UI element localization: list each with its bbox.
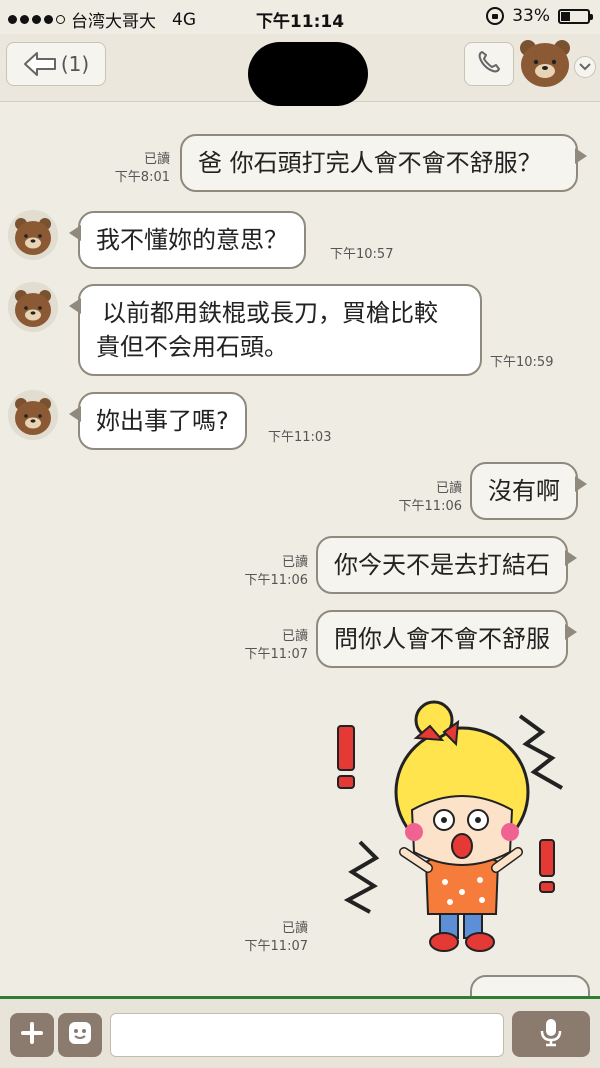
message-time: 下午8:01 [114, 170, 170, 185]
read-receipt: 已讀 [281, 921, 308, 936]
message-text: 爸 你石頭打完人會不會不舒服？ [198, 149, 542, 177]
message-time: 下午11:06 [398, 499, 462, 514]
input-bar [0, 996, 600, 1068]
brown-bear-icon [8, 282, 58, 332]
message-bubble[interactable]: 問你人會不會不舒服 [316, 610, 577, 668]
message-meta: 已讀 下午11:06 [226, 554, 308, 590]
message-meta: 已讀 下午8:01 [100, 151, 170, 187]
phone-icon [476, 49, 502, 79]
back-arrow-icon [23, 51, 57, 77]
read-receipt: 已讀 [143, 152, 170, 167]
microphone-icon [540, 1017, 562, 1051]
status-bar: 台湾大哥大 4G 下午11:14 33% [0, 0, 600, 34]
unread-count: (1) [60, 52, 90, 76]
message-bubble[interactable]: 爸 你石頭打完人會不會不舒服？ [180, 134, 587, 192]
status-right: 33% [486, 6, 593, 26]
read-receipt: 已讀 [281, 629, 308, 644]
chevron-down-icon [574, 56, 596, 78]
mic-button[interactable] [512, 1011, 590, 1057]
message-text: 你今天不是去打結石 [334, 551, 550, 579]
rotation-lock-icon [486, 7, 505, 25]
message-time: 下午11:07 [244, 647, 308, 662]
brown-bear-icon [8, 210, 58, 260]
brown-bear-icon [518, 38, 574, 92]
message-time: 下午10:59 [490, 355, 554, 370]
message-bubble[interactable]: 以前都用鉄棍或長刀，買槍比較 貴但不会用石頭。 [69, 284, 482, 376]
smiley-icon [66, 1019, 94, 1051]
message-time: 下午11:03 [268, 430, 332, 445]
back-button[interactable]: (1) [6, 42, 106, 86]
message-bubble[interactable]: 沒有啊 [470, 462, 587, 520]
avatar[interactable] [8, 282, 58, 332]
message-meta: 已讀 下午11:07 [226, 920, 308, 956]
plus-icon [20, 1021, 44, 1049]
message-bubble[interactable]: 你今天不是去打結石 [316, 536, 577, 594]
menu-button[interactable] [518, 40, 596, 90]
message-text-line: 貴但不会用石頭。 [96, 333, 288, 361]
emoji-button[interactable] [58, 1013, 102, 1057]
message-meta: 已讀 下午11:06 [380, 480, 462, 516]
avatar[interactable] [8, 210, 58, 260]
plus-button[interactable] [10, 1013, 54, 1057]
shocked-girl-sticker[interactable] [330, 692, 580, 962]
battery-icon [558, 8, 593, 24]
call-button[interactable] [464, 42, 514, 86]
message-text: 我不懂妳的意思？ [96, 226, 288, 254]
message-bubble[interactable]: 我不懂妳的意思？ [69, 211, 306, 269]
brown-bear-icon [8, 390, 58, 440]
message-text-line: 以前都用鉄棍或長刀，買槍比較 [102, 299, 438, 327]
read-receipt: 已讀 [281, 555, 308, 570]
message-time: 下午11:06 [244, 573, 308, 588]
message-meta: 已讀 下午11:07 [226, 628, 308, 664]
battery-percent: 33% [512, 6, 550, 26]
message-text: 妳出事了嗎? [96, 407, 229, 435]
message-bubble[interactable]: 妳出事了嗎? [69, 392, 247, 450]
avatar[interactable] [8, 390, 58, 440]
message-time: 下午10:57 [330, 247, 394, 262]
message-text: 問你人會不會不舒服 [334, 625, 550, 653]
message-time: 下午11:07 [244, 939, 308, 954]
chat-header: (1) [0, 34, 600, 106]
message-input[interactable] [110, 1013, 504, 1057]
message-text: 沒有啊 [488, 477, 560, 505]
contact-name-redacted [248, 42, 368, 106]
read-receipt: 已讀 [435, 481, 462, 496]
